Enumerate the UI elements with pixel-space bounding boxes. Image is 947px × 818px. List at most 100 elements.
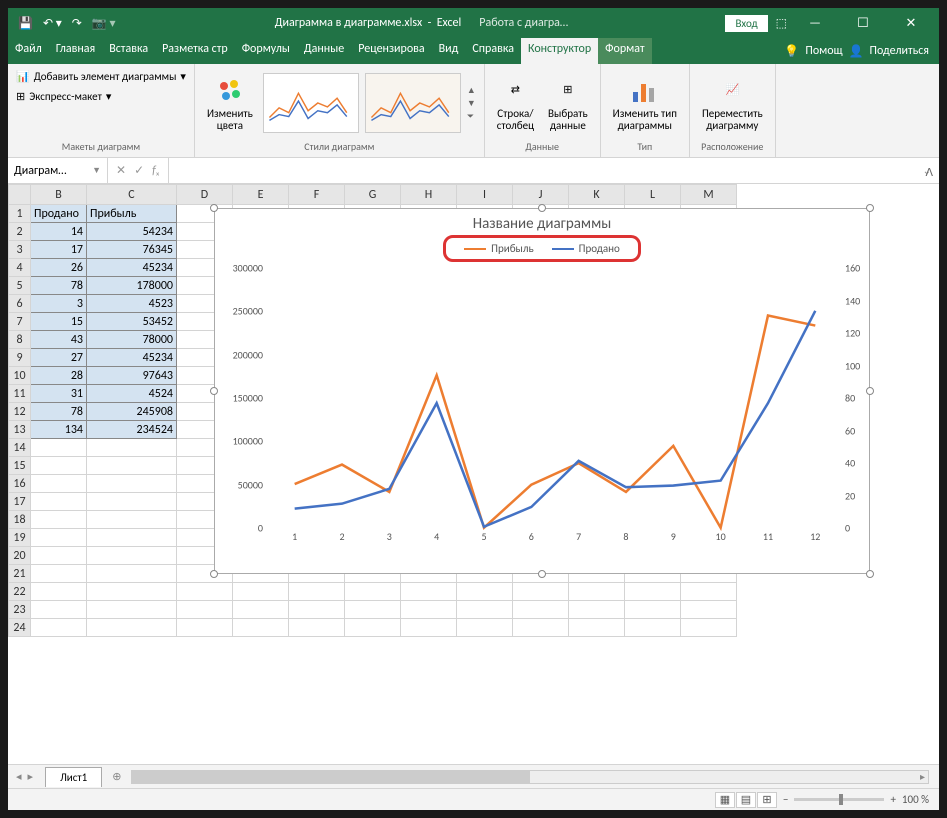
- cell[interactable]: [31, 475, 87, 493]
- zoom-out-icon[interactable]: −: [783, 793, 788, 806]
- cell[interactable]: 31: [31, 385, 87, 403]
- tab-insert[interactable]: Вставка: [102, 38, 155, 64]
- col-header[interactable]: C: [87, 185, 177, 205]
- row-header[interactable]: 9: [9, 349, 31, 367]
- share-icon[interactable]: 👤: [849, 44, 864, 59]
- row-header[interactable]: 24: [9, 619, 31, 637]
- view-buttons[interactable]: ▦ ▤ ⊞: [715, 792, 777, 808]
- row-header[interactable]: 11: [9, 385, 31, 403]
- row-header[interactable]: 15: [9, 457, 31, 475]
- cell[interactable]: [457, 583, 513, 601]
- row-header[interactable]: 13: [9, 421, 31, 439]
- cell[interactable]: [31, 547, 87, 565]
- col-header[interactable]: J: [513, 185, 569, 205]
- cell[interactable]: [87, 547, 177, 565]
- cell[interactable]: [625, 619, 681, 637]
- add-chart-element-button[interactable]: 📊Добавить элемент диаграммы ▾: [16, 68, 186, 85]
- change-chart-type-button[interactable]: Изменить тип диаграммы: [609, 72, 681, 134]
- styles-down-icon[interactable]: ▼: [467, 98, 476, 109]
- cell[interactable]: 45234: [87, 259, 177, 277]
- chart-style-1[interactable]: [263, 73, 359, 133]
- cell[interactable]: 178000: [87, 277, 177, 295]
- tab-home[interactable]: Главная: [49, 38, 102, 64]
- cell[interactable]: 78: [31, 403, 87, 421]
- cell[interactable]: [289, 583, 345, 601]
- cell[interactable]: [87, 565, 177, 583]
- cell[interactable]: 43: [31, 331, 87, 349]
- row-header[interactable]: 19: [9, 529, 31, 547]
- cell[interactable]: [513, 601, 569, 619]
- horizontal-scrollbar[interactable]: ◂ ▸: [131, 770, 929, 784]
- cell[interactable]: [401, 583, 457, 601]
- maximize-button[interactable]: ☐: [843, 16, 883, 31]
- row-header[interactable]: 6: [9, 295, 31, 313]
- cell[interactable]: [289, 601, 345, 619]
- cell[interactable]: [87, 475, 177, 493]
- col-header[interactable]: E: [233, 185, 289, 205]
- cell[interactable]: [681, 619, 737, 637]
- row-header[interactable]: 14: [9, 439, 31, 457]
- tab-formulas[interactable]: Формулы: [235, 38, 297, 64]
- col-header[interactable]: F: [289, 185, 345, 205]
- change-colors-button[interactable]: Изменить цвета: [203, 72, 257, 134]
- redo-icon[interactable]: ↷: [72, 16, 82, 31]
- col-header[interactable]: G: [345, 185, 401, 205]
- row-header[interactable]: 17: [9, 493, 31, 511]
- cell[interactable]: 4523: [87, 295, 177, 313]
- cell[interactable]: 4524: [87, 385, 177, 403]
- cell[interactable]: 53452: [87, 313, 177, 331]
- cell[interactable]: [681, 583, 737, 601]
- row-header[interactable]: 1: [9, 205, 31, 223]
- col-header[interactable]: L: [625, 185, 681, 205]
- switch-rowcol-button[interactable]: ⇄Строка/ столбец: [493, 72, 538, 134]
- cell[interactable]: [31, 601, 87, 619]
- chart-plot-area[interactable]: 050000100000150000200000250000300000 020…: [223, 268, 839, 548]
- move-chart-button[interactable]: 📈Переместить диаграмму: [698, 72, 767, 134]
- cell[interactable]: [457, 601, 513, 619]
- cell[interactable]: [233, 619, 289, 637]
- cell[interactable]: [401, 619, 457, 637]
- zoom-slider[interactable]: [794, 798, 884, 801]
- cell[interactable]: [681, 601, 737, 619]
- cell[interactable]: 78000: [87, 331, 177, 349]
- cell[interactable]: [177, 619, 233, 637]
- cell[interactable]: [87, 511, 177, 529]
- cell[interactable]: [31, 457, 87, 475]
- login-button[interactable]: Вход: [725, 15, 767, 32]
- row-header[interactable]: 8: [9, 331, 31, 349]
- cell[interactable]: 76345: [87, 241, 177, 259]
- collapse-ribbon-icon[interactable]: ᐱ: [925, 166, 933, 179]
- page-break-icon[interactable]: ⊞: [757, 792, 777, 808]
- cell[interactable]: [177, 583, 233, 601]
- add-sheet-button[interactable]: ⊕: [112, 770, 121, 783]
- cell[interactable]: [401, 601, 457, 619]
- row-header[interactable]: 23: [9, 601, 31, 619]
- cell[interactable]: [87, 619, 177, 637]
- cell[interactable]: [31, 511, 87, 529]
- normal-view-icon[interactable]: ▦: [715, 792, 735, 808]
- chart-legend[interactable]: Прибыль Продано: [443, 235, 641, 262]
- cell[interactable]: [289, 619, 345, 637]
- cell[interactable]: 28: [31, 367, 87, 385]
- zoom-level[interactable]: 100 %: [902, 793, 929, 806]
- chart-title[interactable]: Название диаграммы: [215, 209, 869, 235]
- cell[interactable]: [87, 493, 177, 511]
- styles-more-icon[interactable]: ⏷: [467, 111, 476, 122]
- sheet-tab[interactable]: Лист1: [45, 767, 102, 787]
- cell[interactable]: [87, 529, 177, 547]
- tab-design[interactable]: Конструктор: [521, 38, 598, 64]
- chart-object[interactable]: Название диаграммы Прибыль Продано 05000…: [214, 208, 870, 574]
- cell[interactable]: Прибыль: [87, 205, 177, 223]
- cell[interactable]: 54234: [87, 223, 177, 241]
- window-layout-icon[interactable]: ⬚: [776, 16, 787, 31]
- cell[interactable]: [177, 601, 233, 619]
- quick-layout-button[interactable]: ⊞Экспресс-макет ▾: [16, 88, 111, 105]
- cell[interactable]: 27: [31, 349, 87, 367]
- row-header[interactable]: 2: [9, 223, 31, 241]
- minimize-button[interactable]: —: [795, 16, 835, 31]
- camera-icon[interactable]: 📷 ▾: [92, 16, 116, 31]
- row-header[interactable]: 5: [9, 277, 31, 295]
- tab-pagelayout[interactable]: Разметка стр: [155, 38, 235, 64]
- select-all-corner[interactable]: [9, 185, 31, 205]
- cell[interactable]: [31, 565, 87, 583]
